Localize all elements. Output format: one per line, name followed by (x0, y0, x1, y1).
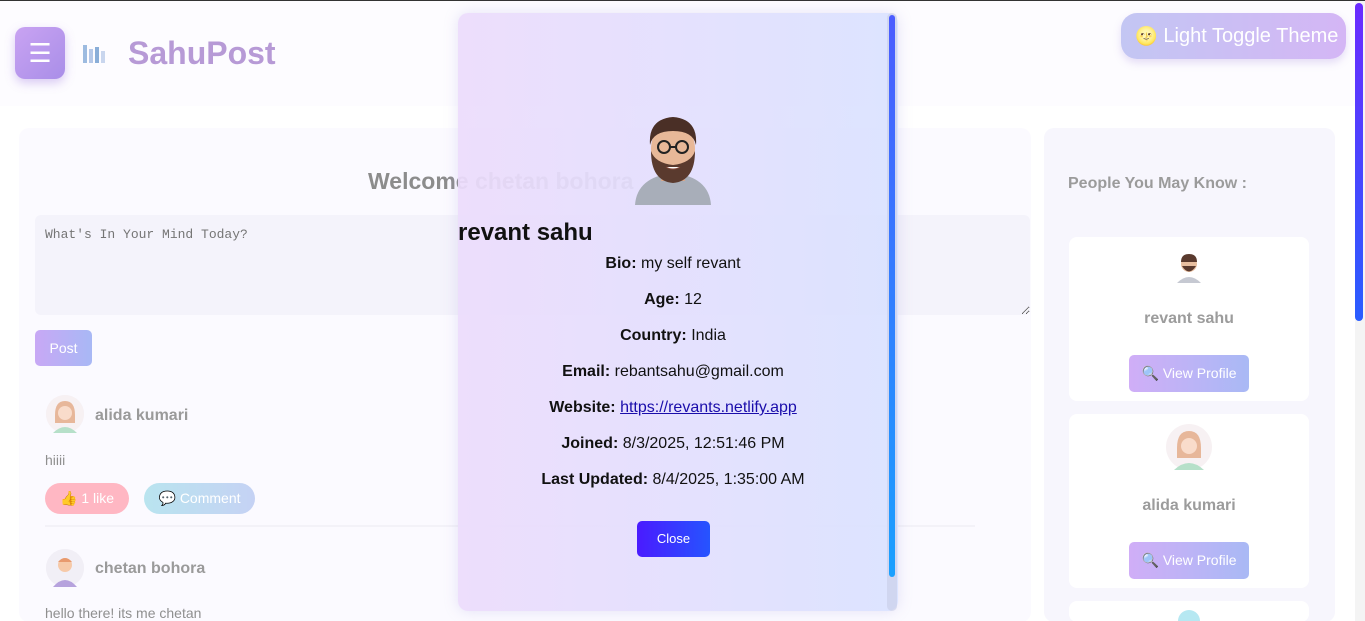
website-link[interactable]: https://revants.netlify.app (620, 399, 797, 416)
theme-toggle-label: Light Toggle Theme (1163, 25, 1339, 47)
suggestion-card (1069, 601, 1309, 621)
bio-label: Bio: (605, 255, 637, 272)
post-author[interactable]: chetan bohora (95, 560, 205, 578)
country-label: Country: (620, 327, 687, 344)
email-label: Email: (562, 363, 611, 380)
view-profile-button[interactable]: 🔍 View Profile (1129, 542, 1249, 579)
joined-value: 8/3/2025, 12:51:46 PM (622, 435, 785, 452)
profile-updated: Last Updated: 8/4/2025, 1:35:00 AM (458, 471, 888, 489)
avatar (1172, 249, 1206, 283)
suggestion-card: revant sahu 🔍 View Profile (1069, 237, 1309, 401)
logo-icon (80, 37, 108, 69)
avatar (1166, 424, 1212, 470)
modal-scrollbar-thumb[interactable] (889, 15, 895, 577)
profile-name: revant sahu (458, 219, 593, 246)
app-logo-text[interactable]: SahuPost (128, 35, 276, 72)
avatar (46, 549, 84, 587)
view-profile-label: View Profile (1162, 365, 1237, 381)
avatar (1178, 610, 1200, 621)
profile-joined: Joined: 8/3/2025, 12:51:46 PM (458, 435, 888, 453)
updated-label: Last Updated: (541, 471, 649, 488)
suggestion-card: alida kumari 🔍 View Profile (1069, 414, 1309, 588)
profile-bio: Bio: my self revant (458, 255, 888, 273)
avatar (46, 395, 84, 433)
close-button[interactable]: Close (637, 521, 710, 557)
updated-value: 8/4/2025, 1:35:00 AM (652, 471, 805, 488)
age-value: 12 (684, 291, 702, 308)
post-text: hello there! its me chetan (45, 605, 202, 621)
comment-button[interactable]: 💬 Comment (144, 483, 255, 514)
sidebar-title: People You May Know : (1068, 175, 1247, 192)
post-author[interactable]: alida kumari (95, 407, 188, 425)
view-profile-label: View Profile (1162, 552, 1237, 568)
suggestion-name: revant sahu (1144, 310, 1234, 327)
website-label: Website: (549, 399, 616, 416)
profile-website: Website: https://revants.netlify.app (458, 399, 888, 417)
magnifier-icon: 🔍 (1141, 365, 1159, 381)
thumbs-up-icon: 👍 (59, 490, 78, 506)
like-count: 1 like (81, 490, 114, 506)
profile-email: Email: rebantsahu@gmail.com (458, 363, 888, 381)
joined-label: Joined: (561, 435, 619, 452)
speech-bubble-icon: 💬 (158, 490, 176, 506)
theme-toggle-button[interactable]: 🌝 Light Toggle Theme (1121, 13, 1346, 59)
profile-country: Country: India (458, 327, 888, 345)
page-scrollbar-thumb[interactable] (1355, 3, 1363, 321)
like-button[interactable]: 👍 1 like (45, 483, 129, 514)
country-value: India (691, 327, 726, 344)
email-value: rebantsahu@gmail.com (614, 363, 784, 380)
menu-button[interactable]: ☰ (15, 27, 65, 79)
post-text: hiiii (45, 452, 66, 468)
post-button[interactable]: Post (35, 330, 92, 366)
view-profile-button[interactable]: 🔍 View Profile (1129, 355, 1249, 392)
profile-age: Age: 12 (458, 291, 888, 309)
age-label: Age: (644, 291, 680, 308)
bio-value: my self revant (640, 255, 741, 272)
magnifier-icon: 🔍 (1141, 552, 1159, 568)
moon-icon: 🌝 (1135, 26, 1158, 46)
page-scrollbar[interactable] (1355, 1, 1365, 621)
suggestion-name: alida kumari (1142, 497, 1236, 514)
profile-avatar (631, 111, 715, 205)
comment-label: Comment (179, 490, 241, 506)
